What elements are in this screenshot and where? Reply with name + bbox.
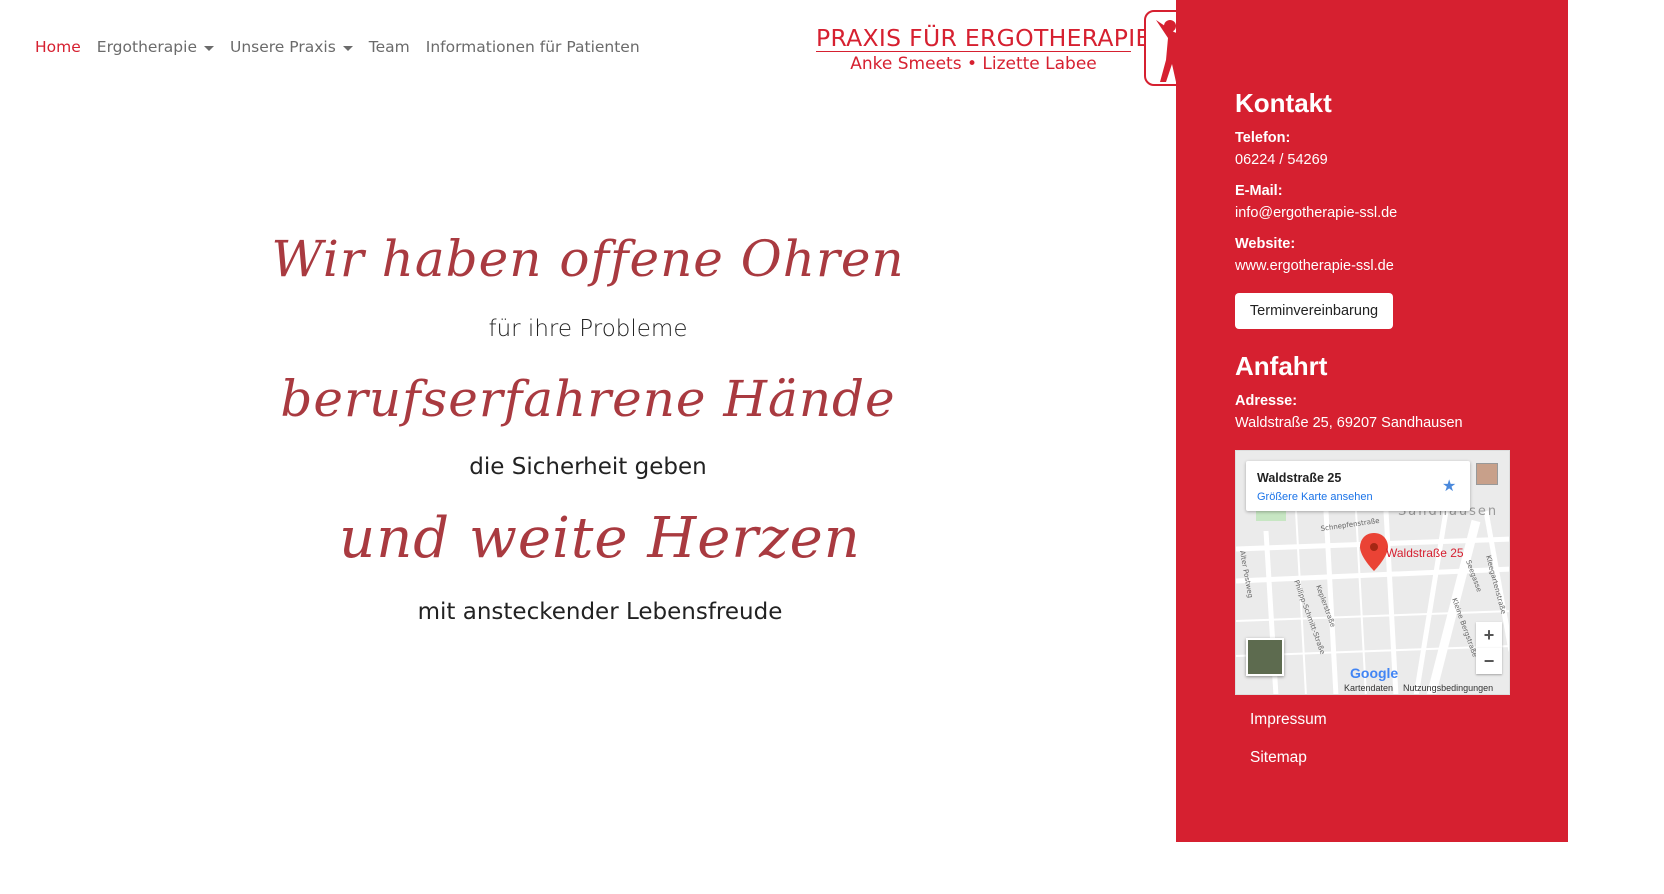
impressum-link[interactable]: Impressum [1250, 711, 1327, 729]
appointment-button[interactable]: Terminvereinbarung [1235, 293, 1393, 329]
chevron-down-icon [342, 45, 353, 51]
address-label: Adresse: [1235, 393, 1298, 409]
logo[interactable]: PRAXIS FÜR ERGOTHERAPIE Anke Smeets • Li… [816, 10, 1220, 88]
google-logo: Google [1350, 665, 1399, 681]
nav-ergotherapie-label: Ergotherapie [96, 38, 197, 56]
address-value: Waldstraße 25, 69207 Sandhausen [1235, 415, 1463, 431]
email-link[interactable]: info@ergotherapie-ssl.de [1235, 205, 1397, 221]
zoom-in-button[interactable]: + [1476, 622, 1502, 648]
nav-informationen-label: Informationen für Patienten [425, 38, 640, 56]
map-data-link[interactable]: Kartendaten [1344, 683, 1393, 693]
phone-value[interactable]: 06224 / 54269 [1235, 152, 1328, 168]
nav-home[interactable]: Home [35, 38, 81, 56]
nav-informationen[interactable]: Informationen für Patienten [426, 38, 640, 56]
map-marker-label: Waldstraße 25 [1386, 546, 1464, 560]
embedded-map[interactable]: Schnepfenstraße Sandhausen Philipp-Schmi… [1235, 450, 1510, 695]
map-place-title: Waldstraße 25 [1257, 471, 1342, 485]
hero-text-line-1: für ihre Probleme [488, 316, 688, 342]
nav-team-label: Team [368, 38, 410, 56]
chevron-down-icon [204, 45, 214, 51]
contact-heading: Kontakt [1235, 88, 1332, 118]
map-info-card: Waldstraße 25 Größere Karte ansehen ★ [1246, 461, 1470, 511]
hero-script-line-1: Wir haben offene Ohren [271, 230, 905, 288]
hero-script-line-2: berufserfahrene Hände [280, 370, 896, 428]
star-icon[interactable]: ★ [1442, 476, 1456, 496]
nav-ergotherapie[interactable]: Ergotherapie [97, 38, 214, 56]
website-link[interactable]: www.ergotherapie-ssl.de [1235, 258, 1394, 274]
satellite-toggle[interactable] [1246, 638, 1284, 676]
main-nav: Home Ergotherapie Unsere Praxis Team Inf… [35, 38, 656, 56]
larger-map-link[interactable]: Größere Karte ansehen [1257, 491, 1373, 503]
avatar[interactable] [1476, 463, 1498, 485]
nav-unsere-praxis[interactable]: Unsere Praxis [230, 38, 353, 56]
logo-divider [816, 51, 1131, 52]
sitemap-link[interactable]: Sitemap [1250, 749, 1307, 767]
nav-unsere-praxis-label: Unsere Praxis [230, 38, 336, 56]
directions-heading: Anfahrt [1235, 351, 1328, 381]
nav-team[interactable]: Team [369, 38, 410, 56]
zoom-out-button[interactable]: − [1476, 648, 1502, 674]
website-label: Website: [1235, 236, 1296, 252]
hero-script-line-3: und weite Herzen [339, 506, 861, 571]
nav-home-label: Home [35, 38, 81, 56]
logo-title: PRAXIS FÜR ERGOTHERAPIE [816, 24, 1151, 52]
map-terms-link[interactable]: Nutzungsbedingungen [1403, 683, 1493, 693]
map-footer: Kartendaten Nutzungsbedingungen [1344, 683, 1503, 693]
phone-label: Telefon: [1235, 130, 1291, 146]
sidebar: Kontakt Telefon: 06224 / 54269 E-Mail: i… [1176, 0, 1568, 842]
email-label: E-Mail: [1235, 183, 1283, 199]
hero-text-line-3: mit ansteckender Lebensfreude [417, 599, 783, 625]
logo-subtitle: Anke Smeets • Lizette Labee [850, 54, 1097, 74]
hero-text-line-2: die Sicherheit geben [469, 454, 707, 480]
